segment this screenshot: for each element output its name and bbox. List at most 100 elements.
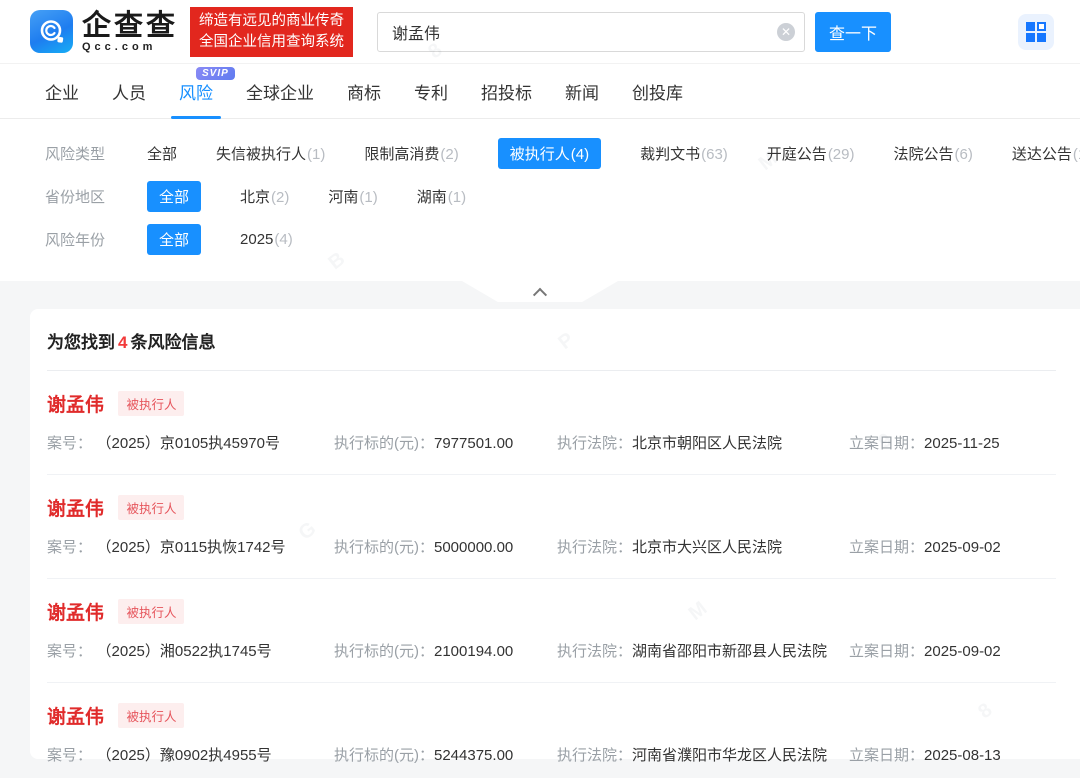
filter-row-year: 风险年份 全部 2025(4)	[45, 218, 1080, 261]
filter-option-all-active[interactable]: 全部	[147, 181, 201, 212]
slogan-line-1: 缔造有远见的商业传奇	[199, 11, 344, 32]
court-label: 执行法院：	[557, 643, 632, 660]
court-value: 北京市朝阳区人民法院	[632, 435, 782, 452]
date-value: 2025-08-13	[924, 747, 1001, 764]
case-no-value: （2025）京0105执45970号	[104, 435, 280, 452]
search-input[interactable]	[377, 12, 805, 52]
court-label: 执行法院：	[557, 747, 632, 764]
filter-row-risk-type: 风险类型 全部 失信被执行人(1) 限制高消费(2) 被执行人(4) 裁判文书(…	[45, 132, 1080, 175]
tab-global-company[interactable]: 全球企业	[246, 64, 314, 119]
date-label: 立案日期：	[849, 747, 924, 764]
result-title: 谢孟伟 被执行人	[47, 494, 1056, 521]
filter-option-songda[interactable]: 送达公告(1)	[1012, 143, 1080, 164]
status-badge: 被执行人	[118, 495, 184, 520]
filter-option-shixin[interactable]: 失信被执行人(1)	[216, 143, 325, 164]
tab-news[interactable]: 新闻	[565, 64, 599, 119]
grid-icon	[1026, 22, 1046, 42]
collapse-filters-button[interactable]	[462, 281, 618, 302]
person-name-link[interactable]: 谢孟伟	[47, 395, 104, 416]
result-row: 谢孟伟 被执行人 案号：（2025）京0115执恢1742号 执行标的(元)：5…	[47, 475, 1056, 579]
filter-option-2025[interactable]: 2025(4)	[240, 231, 293, 248]
case-no-label: 案号：	[47, 643, 92, 660]
filter-panel: 风险类型 全部 失信被执行人(1) 限制高消费(2) 被执行人(4) 裁判文书(…	[0, 119, 1080, 281]
status-badge: 被执行人	[118, 391, 184, 416]
slogan-line-2: 全国企业信用查询系统	[199, 32, 344, 53]
result-title: 谢孟伟 被执行人	[47, 598, 1056, 625]
filter-collapse-band	[0, 281, 1080, 309]
case-no-value: （2025）豫0902执4955号	[104, 747, 272, 764]
case-no-value: （2025）京0115执恢1742号	[104, 539, 286, 556]
person-name-link[interactable]: 谢孟伟	[47, 707, 104, 728]
date-label: 立案日期：	[849, 643, 924, 660]
qcc-logo-icon	[30, 10, 73, 53]
filter-option-kaiting[interactable]: 开庭公告(29)	[767, 143, 855, 164]
court-label: 执行法院：	[557, 539, 632, 556]
court-label: 执行法院：	[557, 435, 632, 452]
court-value: 北京市大兴区人民法院	[632, 539, 782, 556]
filter-label-year: 风险年份	[45, 229, 115, 250]
filter-label-province: 省份地区	[45, 186, 115, 207]
apps-menu-button[interactable]	[1018, 14, 1054, 50]
filter-options: 全部 2025(4)	[147, 224, 293, 255]
amount-value: 2100194.00	[434, 643, 513, 660]
search-bar: ✕ 查一下	[377, 12, 891, 52]
results-card: 为您找到4条风险信息 谢孟伟 被执行人 案号：（2025）京0105执45970…	[30, 309, 1080, 759]
person-name-link[interactable]: 谢孟伟	[47, 499, 104, 520]
case-no-label: 案号：	[47, 747, 92, 764]
brand-name: 企查查	[82, 11, 178, 41]
amount-label: 执行标的(元)：	[334, 747, 434, 764]
tab-trademark[interactable]: 商标	[347, 64, 381, 119]
date-label: 立案日期：	[849, 435, 924, 452]
brand-domain: Qcc.com	[82, 41, 178, 53]
filter-option-zhixing-active[interactable]: 被执行人(4)	[498, 138, 601, 169]
date-value: 2025-09-02	[924, 539, 1001, 556]
tab-bidding[interactable]: 招投标	[481, 64, 532, 119]
case-no-label: 案号：	[47, 539, 92, 556]
svip-badge: SVIP	[196, 67, 235, 80]
result-fields: 案号：（2025）豫0902执4955号 执行标的(元)：5244375.00 …	[47, 744, 1056, 765]
result-fields: 案号：（2025）湘0522执1745号 执行标的(元)：2100194.00 …	[47, 640, 1056, 661]
result-title: 谢孟伟 被执行人	[47, 390, 1056, 417]
amount-value: 5000000.00	[434, 539, 513, 556]
result-fields: 案号：（2025）京0115执恢1742号 执行标的(元)：5000000.00…	[47, 536, 1056, 557]
filter-option-xiangao[interactable]: 限制高消费(2)	[364, 143, 458, 164]
filter-row-province: 省份地区 全部 北京(2) 河南(1) 湖南(1)	[45, 175, 1080, 218]
tab-patent[interactable]: 专利	[414, 64, 448, 119]
filter-label-risk-type: 风险类型	[45, 143, 115, 164]
qcc-logo[interactable]: 企查查 Qcc.com	[30, 10, 178, 53]
result-row: 谢孟伟 被执行人 案号：（2025）京0105执45970号 执行标的(元)：7…	[47, 371, 1056, 475]
amount-label: 执行标的(元)：	[334, 643, 434, 660]
chevron-up-icon	[533, 287, 547, 301]
result-title: 谢孟伟 被执行人	[47, 702, 1056, 729]
filter-option-hunan[interactable]: 湖南(1)	[417, 186, 466, 207]
result-row: 谢孟伟 被执行人 案号： （2025）豫0902执4955号 执行标的(元)：52…	[47, 683, 1056, 778]
results-count: 4	[115, 333, 130, 352]
court-value: 湖南省邵阳市新邵县人民法院	[632, 643, 827, 660]
amount-value: 7977501.00	[434, 435, 513, 452]
filter-options: 全部 北京(2) 河南(1) 湖南(1)	[147, 181, 466, 212]
tab-people[interactable]: 人员	[112, 64, 146, 119]
tab-vc-library[interactable]: 创投库	[632, 64, 683, 119]
tab-risk-label: 风险	[179, 79, 213, 104]
status-badge: 被执行人	[118, 599, 184, 624]
amount-value: 5244375.00	[434, 747, 513, 764]
tab-risk[interactable]: 风险 SVIP	[179, 64, 213, 119]
result-row: 谢孟伟 被执行人 案号： （2025）湘0522执1745号 执行标的(元)：21…	[47, 579, 1056, 683]
result-fields: 案号：（2025）京0105执45970号 执行标的(元)：7977501.00…	[47, 432, 1056, 453]
filter-options: 全部 失信被执行人(1) 限制高消费(2) 被执行人(4) 裁判文书(63) 开…	[147, 138, 1080, 169]
case-no-value: （2025）湘0522执1745号	[104, 643, 272, 660]
person-name-link[interactable]: 谢孟伟	[47, 603, 104, 624]
filter-option-all-active[interactable]: 全部	[147, 224, 201, 255]
tab-company[interactable]: 企业	[45, 64, 79, 119]
search-button[interactable]: 查一下	[815, 12, 891, 52]
clear-search-icon[interactable]: ✕	[777, 23, 795, 41]
date-value: 2025-09-02	[924, 643, 1001, 660]
filter-option-beijing[interactable]: 北京(2)	[240, 186, 289, 207]
filter-option-fayuan[interactable]: 法院公告(6)	[894, 143, 973, 164]
filter-option-henan[interactable]: 河南(1)	[328, 186, 377, 207]
court-value: 河南省濮阳市华龙区人民法院	[632, 747, 827, 764]
filter-option-caipan[interactable]: 裁判文书(63)	[640, 143, 728, 164]
amount-label: 执行标的(元)：	[334, 435, 434, 452]
filter-option-all[interactable]: 全部	[147, 143, 177, 164]
date-value: 2025-11-25	[924, 435, 1000, 452]
